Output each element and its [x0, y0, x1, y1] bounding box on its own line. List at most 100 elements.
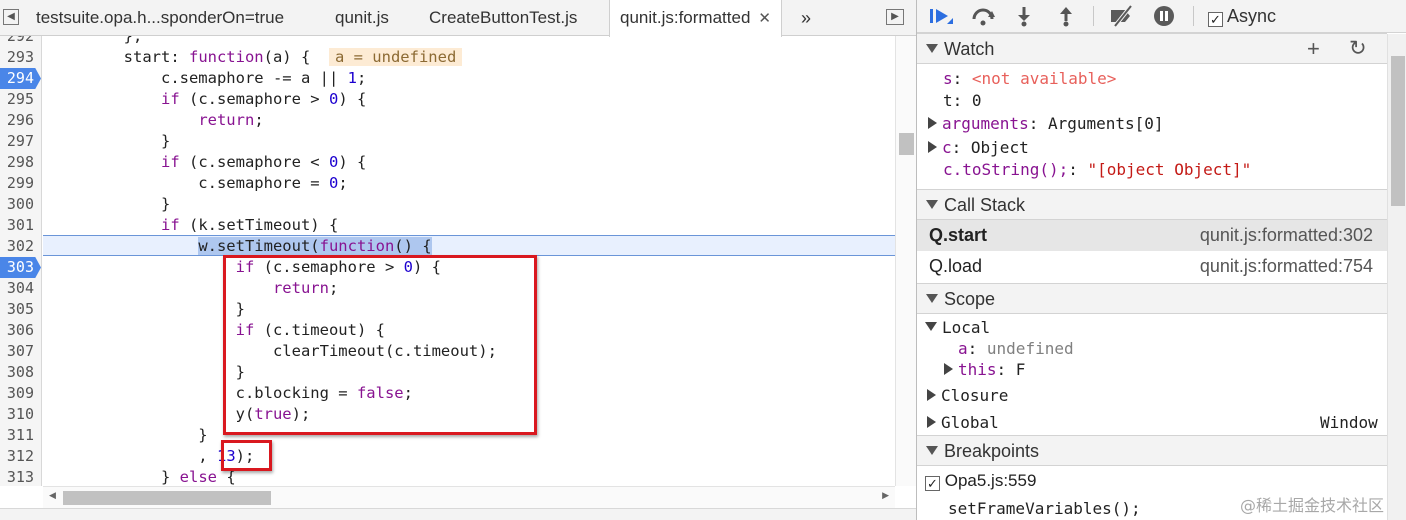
call-frame[interactable]: Q.load qunit.js:formatted:754: [917, 251, 1387, 282]
deactivate-breakpoints-icon[interactable]: [1107, 4, 1137, 28]
toggle-debugger-icon[interactable]: ▶: [886, 9, 904, 25]
close-icon[interactable]: ✕: [758, 10, 771, 27]
pause-on-exceptions-icon[interactable]: [1151, 4, 1177, 28]
scope-local[interactable]: Local: [925, 316, 990, 339]
breakpoints-section-header[interactable]: Breakpoints: [917, 435, 1387, 466]
line-number[interactable]: 292: [7, 36, 34, 47]
code-line: c.semaphore = 0;: [49, 174, 348, 192]
tab-qunit-js[interactable]: qunit.js: [335, 0, 389, 36]
editor-status-bar: [0, 508, 916, 520]
breakpoint-line-number[interactable]: 294: [0, 68, 41, 89]
tab-label: qunit.js: [335, 8, 389, 27]
tab-label: testsuite.opa.h...sponderOn=true: [36, 8, 285, 27]
watch-item[interactable]: s: <not available>: [943, 67, 1116, 90]
line-number[interactable]: 306: [7, 320, 34, 341]
watch-item[interactable]: c: Object: [928, 136, 1029, 159]
collapse-icon[interactable]: [925, 322, 937, 331]
line-number[interactable]: 312: [7, 446, 34, 467]
line-number-gutter[interactable]: 292 293 294 295 296 297 298 299 300 301 302 303 304 3…: [0, 36, 42, 486]
editor-horizontal-scrollbar[interactable]: ◀ ▶: [43, 486, 895, 508]
line-number[interactable]: 301: [7, 215, 34, 236]
line-number[interactable]: 298: [7, 152, 34, 173]
highlight-box-delay: [221, 440, 272, 471]
resume-icon[interactable]: [927, 4, 955, 28]
breakpoint-line-number[interactable]: 303: [0, 257, 41, 278]
step-out-icon[interactable]: [1054, 4, 1078, 28]
scope-section-header[interactable]: Scope: [917, 283, 1387, 314]
breakpoint-item[interactable]: ✓ Opa5.js:559: [925, 469, 1036, 492]
scrollbar-thumb[interactable]: [63, 491, 271, 505]
line-number[interactable]: 304: [7, 278, 34, 299]
watch-section-header[interactable]: Watch + ↻: [917, 33, 1387, 64]
watch-value: Object: [970, 138, 1029, 157]
watch-value: <not available>: [971, 69, 1117, 88]
line-number[interactable]: 299: [7, 173, 34, 194]
watch-item[interactable]: c.toString();: "[object Object]": [943, 158, 1251, 181]
scrollbar-thumb[interactable]: [1391, 56, 1405, 206]
async-checkbox[interactable]: ✓: [1208, 12, 1223, 27]
line-number[interactable]: 308: [7, 362, 34, 383]
scroll-left-icon[interactable]: ◀: [49, 491, 56, 501]
scope-closure[interactable]: Closure: [927, 384, 1008, 407]
line-number[interactable]: 307: [7, 341, 34, 362]
scrollbar-thumb[interactable]: [899, 133, 914, 155]
scope-variable[interactable]: a: undefined: [958, 337, 1074, 360]
expand-icon[interactable]: [927, 416, 936, 428]
line-number[interactable]: 300: [7, 194, 34, 215]
scope-label: Local: [942, 318, 991, 337]
call-stack-section-header[interactable]: Call Stack: [917, 189, 1387, 220]
scope-variable[interactable]: this: F: [944, 358, 1025, 381]
variable-value: F: [1015, 360, 1026, 379]
line-number[interactable]: 296: [7, 110, 34, 131]
section-title: Call Stack: [944, 195, 1026, 215]
tab-testsuite[interactable]: testsuite.opa.h...sponderOn=true: [36, 0, 284, 36]
section-title: Breakpoints: [944, 441, 1040, 461]
sidebar-scrollbar[interactable]: [1387, 34, 1406, 520]
line-number[interactable]: 305: [7, 299, 34, 320]
line-number[interactable]: 293: [7, 47, 34, 68]
debugger-toolbar: ✓ Async: [917, 0, 1406, 33]
call-frame[interactable]: Q.start qunit.js:formatted:302: [917, 220, 1387, 251]
watch-item[interactable]: arguments: Arguments[0]: [928, 112, 1164, 135]
variable-value: undefined: [986, 339, 1074, 358]
collapse-icon: [926, 44, 938, 53]
add-watch-icon[interactable]: +: [1307, 34, 1320, 64]
watch-item[interactable]: t: 0: [943, 89, 982, 112]
watch-expression: arguments: [942, 114, 1029, 133]
collapse-icon: [926, 200, 938, 209]
source-editor-panel: ◀ testsuite.opa.h...sponderOn=true qunit…: [0, 0, 916, 520]
call-frame-location[interactable]: qunit.js:formatted:754: [1200, 251, 1373, 282]
tab-label: CreateButtonTest.js: [429, 8, 578, 27]
step-over-icon[interactable]: [969, 4, 997, 28]
line-number[interactable]: 295: [7, 89, 34, 110]
tabs-overflow-button[interactable]: »: [801, 0, 811, 36]
tab-qunit-formatted[interactable]: qunit.js:formatted ✕: [609, 0, 782, 37]
breakpoint-checkbox[interactable]: ✓: [925, 476, 940, 491]
collapse-icon: [926, 446, 938, 455]
call-frame-function: Q.load: [929, 256, 983, 276]
expand-icon[interactable]: [927, 389, 936, 401]
expand-icon[interactable]: [928, 117, 937, 129]
line-number[interactable]: 311: [7, 425, 34, 446]
expand-icon[interactable]: [928, 141, 937, 153]
line-number[interactable]: 302: [7, 236, 34, 257]
line-number[interactable]: 313: [7, 467, 34, 486]
code-line: }: [49, 426, 208, 444]
scope-global[interactable]: Global: [927, 411, 999, 434]
line-number[interactable]: 297: [7, 131, 34, 152]
toggle-navigator-icon[interactable]: ◀: [3, 9, 19, 25]
code-line: start: function(a) { a = undefined: [43, 47, 463, 68]
async-toggle[interactable]: ✓ Async: [1208, 4, 1276, 28]
line-number[interactable]: 310: [7, 404, 34, 425]
editor-vertical-scrollbar[interactable]: [895, 36, 916, 486]
code-line: if (c.semaphore > 0) {: [160, 90, 367, 108]
refresh-watch-icon[interactable]: ↻: [1349, 34, 1367, 64]
tab-create-button-test[interactable]: CreateButtonTest.js: [429, 0, 577, 36]
line-number[interactable]: 309: [7, 383, 34, 404]
scroll-right-icon[interactable]: ▶: [882, 491, 889, 501]
step-into-icon[interactable]: [1012, 4, 1036, 28]
code-line: c.semaphore -= a || 1;: [49, 69, 367, 87]
code-line: }: [49, 195, 171, 213]
call-frame-location[interactable]: qunit.js:formatted:302: [1200, 220, 1373, 251]
expand-icon[interactable]: [944, 363, 953, 375]
